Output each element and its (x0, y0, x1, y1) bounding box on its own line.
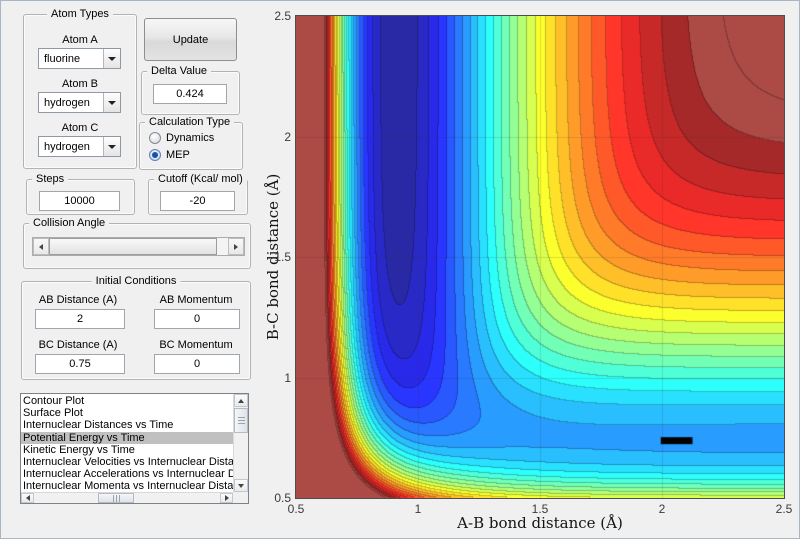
chevron-down-icon[interactable] (103, 137, 120, 156)
list-item[interactable]: Kinetic Energy vs Time (21, 444, 233, 456)
list-item[interactable]: Internuclear Momenta vs Internuclear Dis… (21, 480, 233, 492)
list-item[interactable]: Internuclear Distances vs Time (21, 419, 233, 431)
scrollbar-corner (233, 492, 248, 503)
ic-field-2[interactable] (35, 354, 125, 374)
chevron-glyph (108, 56, 116, 61)
up-arrow-glyph (238, 398, 244, 403)
atom-types-panel: Atom Types Atom Afluorine Atom Bhydrogen A… (23, 7, 137, 169)
atom-a-dropdown[interactable]: fluorine (38, 48, 121, 69)
radio-mep[interactable]: MEP (149, 149, 190, 161)
ic-field-3[interactable] (154, 354, 240, 374)
radio-dynamics[interactable]: Dynamics (149, 132, 214, 144)
ic-field-label: BC Momentum (159, 339, 233, 351)
initial-conditions-panel: Initial Conditions AB Distance (A)AB Mom… (21, 274, 251, 380)
radio-icon (149, 149, 161, 161)
radio-icon (149, 132, 161, 144)
list-item[interactable]: Internuclear Accelerations vs Internucle… (21, 468, 233, 480)
delta-value-panel: Delta Value (141, 64, 240, 115)
calculation-type-body: Dynamics MEP (140, 123, 242, 169)
x-tick-label: 1 (414, 502, 422, 516)
collision-angle-panel: Collision Angle (23, 216, 251, 269)
scroll-left-icon[interactable] (21, 493, 34, 503)
cutoff-panel: Cutoff (Kcal/ mol) (148, 172, 248, 215)
atom-label: Atom C (61, 122, 99, 134)
y-tick-label: 1.5 (274, 250, 291, 264)
chevron-glyph (108, 100, 116, 105)
initial-conditions-body: AB Distance (A) AB Momentum BC Distance (A… (22, 282, 250, 379)
right-arrow-glyph (234, 243, 238, 250)
ic-field-0[interactable] (35, 309, 125, 329)
atom-label: Atom B (61, 78, 99, 90)
x-tick-label: 2.5 (775, 502, 793, 516)
ic-field-label: BC Distance (A) (38, 339, 118, 351)
y-tick-label: 2.5 (274, 9, 291, 23)
steps-field[interactable] (39, 191, 120, 211)
dropdown-value: hydrogen (44, 140, 90, 153)
steps-panel: Steps (26, 172, 135, 215)
panel-title: Delta Value (147, 64, 212, 78)
x-axis-label: A-B bond distance (Å) (457, 514, 623, 532)
atom-c-dropdown[interactable]: hydrogen (38, 136, 121, 157)
vertical-scrollbar-track[interactable] (234, 434, 248, 479)
panel-title: Collision Angle (29, 216, 110, 230)
y-tick-label: 1 (284, 370, 291, 385)
delta-value-field[interactable] (153, 84, 227, 104)
atom-types-body: Atom A fluorine Atom B hydrogen Atom C hydrog… (24, 15, 136, 168)
dropdown-value: hydrogen (44, 96, 90, 109)
left-arrow-glyph (39, 243, 43, 250)
calculation-type-panel: Calculation Type Dynamics MEP (139, 115, 243, 170)
scroll-right-icon[interactable] (220, 493, 233, 503)
collision-angle-slider[interactable] (32, 237, 245, 256)
list-item[interactable]: Contour Plot (21, 395, 233, 407)
down-arrow-glyph (238, 483, 244, 488)
slider-left-arrow-icon[interactable] (33, 238, 49, 255)
horizontal-scrollbar-track[interactable] (34, 493, 98, 503)
scroll-down-icon[interactable] (234, 479, 248, 492)
left-arrow-glyph (25, 495, 30, 501)
slider-right-arrow-icon[interactable] (228, 238, 244, 255)
horizontal-scrollbar-thumb[interactable] (98, 493, 134, 503)
vertical-scrollbar[interactable] (233, 394, 248, 492)
slider-thumb[interactable] (49, 238, 217, 255)
scroll-up-icon[interactable] (234, 394, 248, 407)
app-window: Atom Types Atom Afluorine Atom Bhydrogen A… (0, 0, 800, 539)
list-item[interactable]: Potential Energy vs Time (21, 431, 233, 444)
dropdown-value: fluorine (44, 52, 81, 65)
y-tick-label: 2 (284, 129, 291, 144)
panel-title: Steps (32, 172, 69, 186)
atom-label: Atom A (62, 34, 98, 46)
atom-b-dropdown[interactable]: hydrogen (38, 92, 121, 113)
plot-type-listbox[interactable]: Contour Plot Surface Plot Internuclear Dis… (20, 393, 249, 504)
vertical-scrollbar-thumb[interactable] (234, 408, 248, 433)
chevron-down-icon[interactable] (103, 93, 120, 112)
horizontal-scrollbar-track[interactable] (134, 493, 220, 503)
x-tick-label: 2 (658, 502, 666, 516)
right-arrow-glyph (224, 495, 229, 501)
radio-label: MEP (166, 149, 190, 161)
cutoff-field[interactable] (160, 191, 235, 211)
list-item[interactable]: Surface Plot (21, 407, 233, 419)
contour-plot-canvas (295, 15, 785, 499)
ic-field-label: AB Momentum (159, 294, 233, 306)
x-tick-label: 1.5 (531, 502, 549, 516)
chevron-down-icon[interactable] (103, 49, 120, 68)
update-button[interactable]: Update (144, 18, 237, 61)
horizontal-scrollbar[interactable] (21, 492, 233, 503)
plot-type-list: Contour Plot Surface Plot Internuclear Dis… (21, 395, 233, 492)
ic-field-1[interactable] (154, 309, 240, 329)
ic-field-label: AB Distance (A) (38, 294, 118, 306)
y-tick-label: 0.5 (274, 491, 291, 505)
chevron-glyph (108, 144, 116, 149)
list-item[interactable]: Internuclear Velocities vs Internuclear … (21, 456, 233, 468)
panel-title: Cutoff (Kcal/ mol) (154, 172, 247, 186)
radio-label: Dynamics (166, 132, 215, 144)
slider-track[interactable] (217, 238, 228, 255)
